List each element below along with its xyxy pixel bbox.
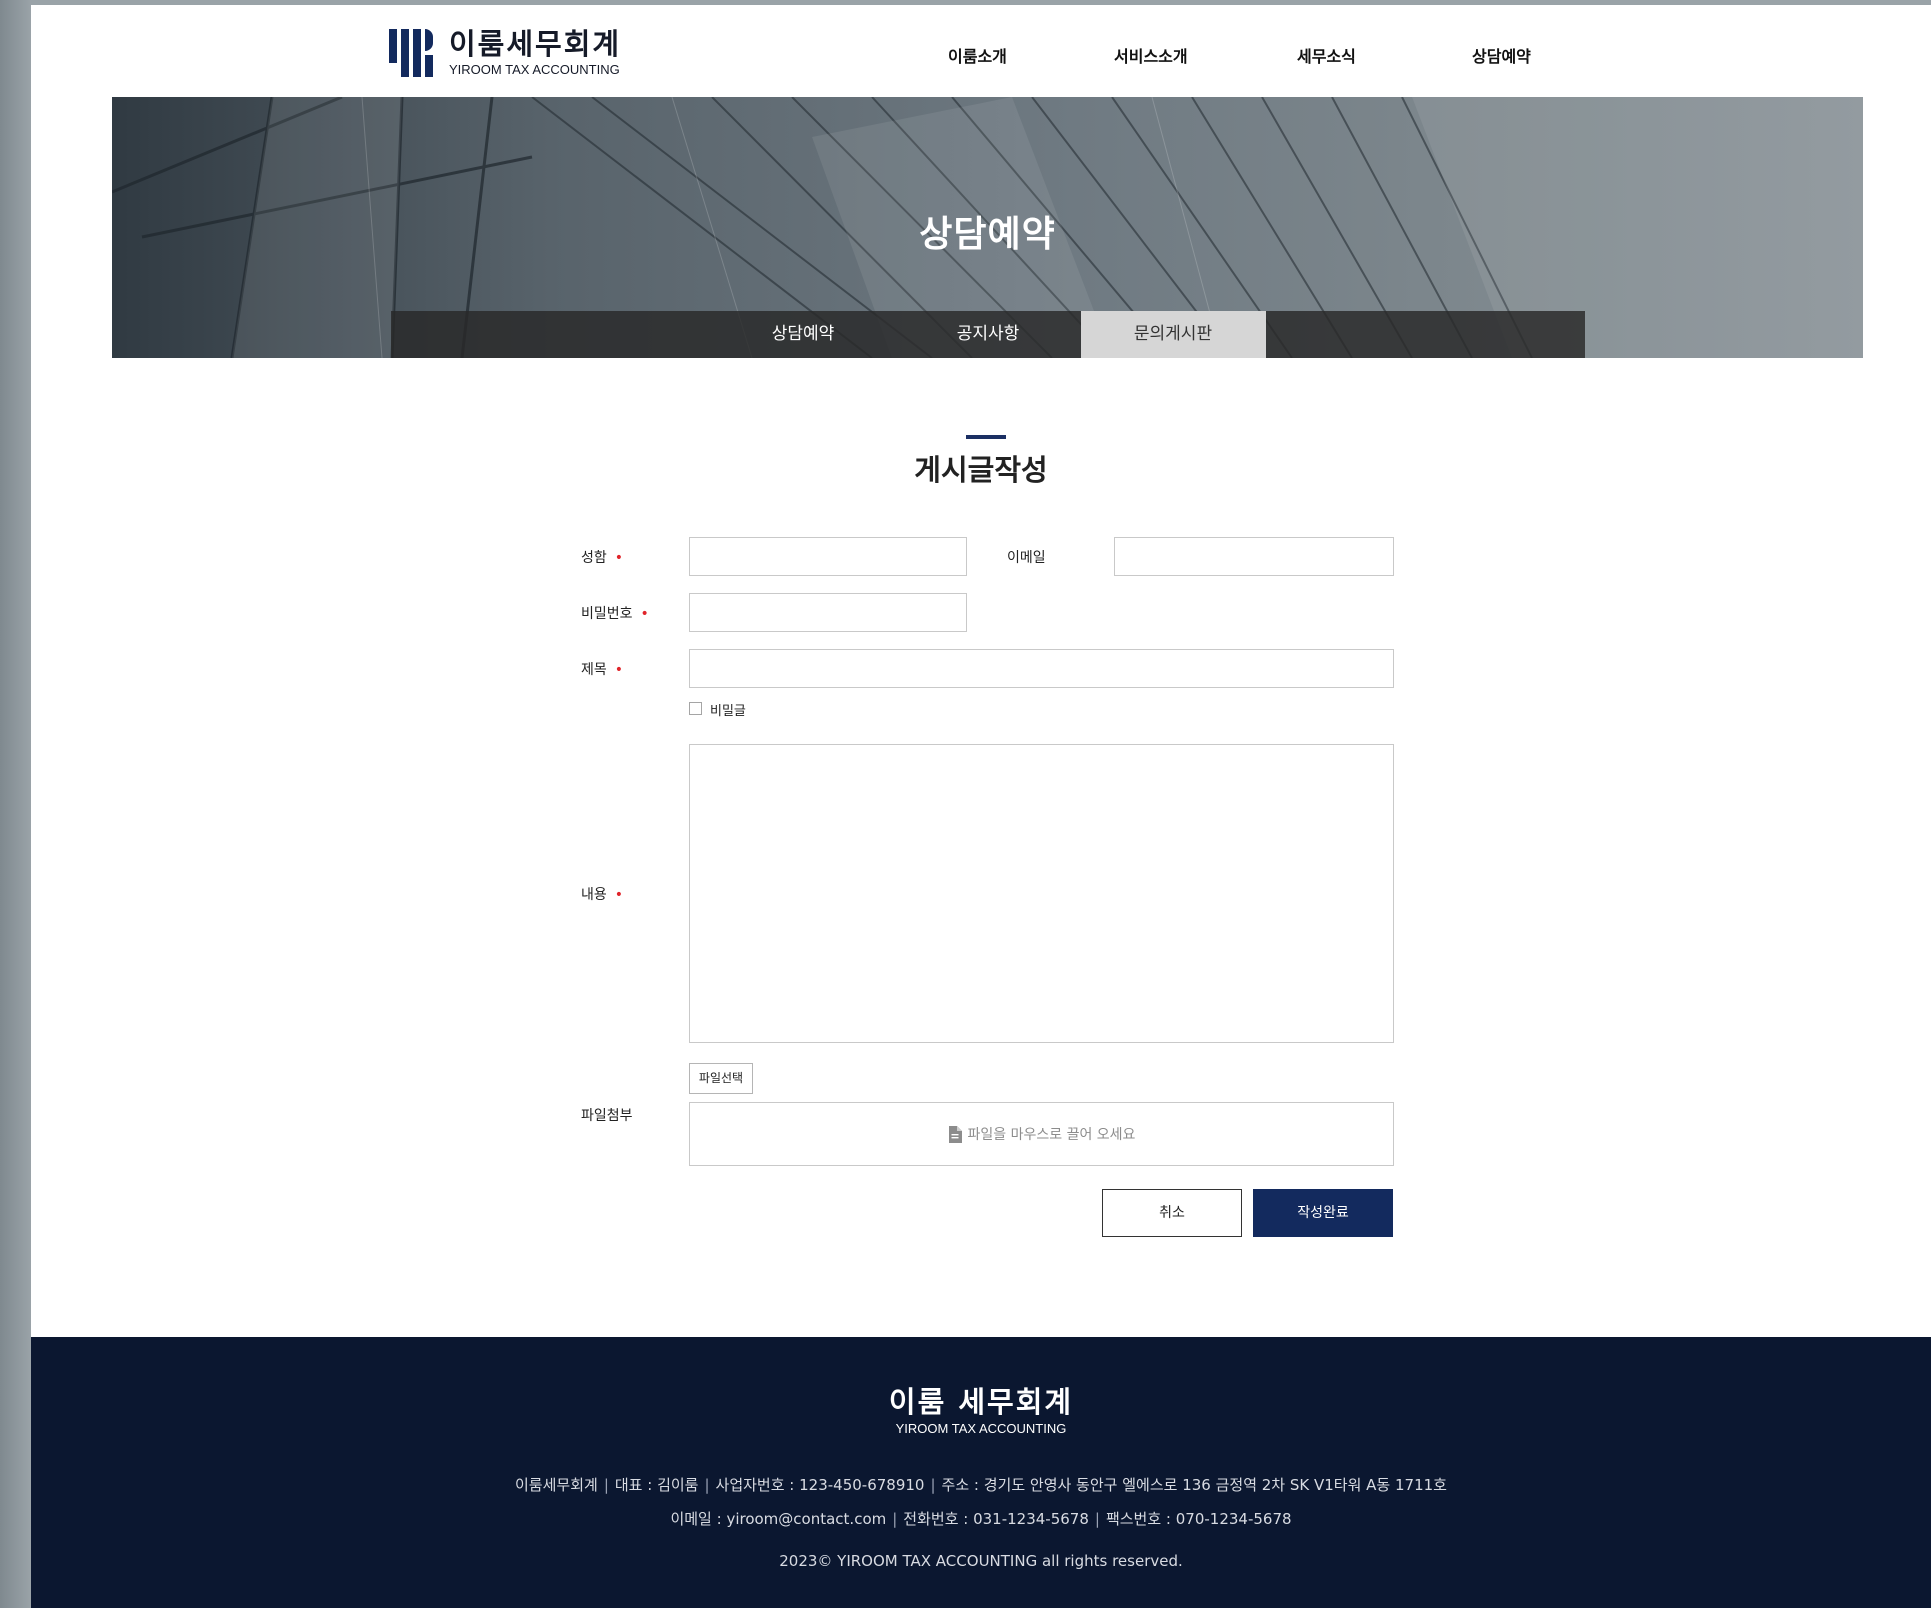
- attach-label: 파일첨부: [581, 1108, 633, 1124]
- cancel-button[interactable]: 취소: [1102, 1189, 1242, 1237]
- footer-contact-info: 이메일 : yiroom@contact.com | 전화번호 : 031-1234…: [31, 1508, 1931, 1529]
- password-label-text: 비밀번호: [581, 606, 633, 622]
- footer-email: 이메일 : yiroom@contact.com: [670, 1510, 887, 1528]
- main-nav: 이룸소개 서비스소개 세무소식 상담예약: [31, 43, 1931, 67]
- required-mark: •: [614, 662, 624, 678]
- site-footer: 이룸 세무회계 YIROOM TAX ACCOUNTING 이룸세무회계 | 대표 …: [31, 1337, 1931, 1608]
- required-mark: •: [614, 887, 624, 903]
- hero-title: 상담예약: [919, 214, 1056, 255]
- file-icon: [948, 1125, 962, 1143]
- footer-fax: 팩스번호 : 070-1234-5678: [1105, 1510, 1292, 1528]
- name-label: 성함 •: [581, 547, 623, 567]
- footer-business-info: 이룸세무회계 | 대표 : 김이룸 | 사업자번호 : 123-450-678910 | 주…: [31, 1474, 1931, 1495]
- content-label-text: 내용: [581, 887, 607, 903]
- content-label: 내용 •: [581, 884, 623, 904]
- email-input[interactable]: [1114, 537, 1394, 576]
- footer-separator: |: [704, 1476, 710, 1494]
- password-input[interactable]: [689, 593, 967, 632]
- nav-item-about[interactable]: 이룸소개: [948, 43, 1007, 67]
- sub-nav: 상담예약 공지사항 문의게시판: [391, 311, 1585, 358]
- subject-label-text: 제목: [581, 662, 607, 678]
- required-mark: •: [640, 606, 649, 622]
- email-label: 이메일: [1007, 550, 1046, 566]
- tab-notice[interactable]: 공지사항: [896, 311, 1081, 358]
- nav-item-consultation[interactable]: 상담예약: [1472, 43, 1531, 67]
- required-mark: •: [614, 550, 624, 566]
- file-drop-zone[interactable]: 파일을 마우스로 끌어 오세요: [689, 1102, 1394, 1166]
- file-select-button[interactable]: 파일선택: [689, 1063, 753, 1094]
- subject-input[interactable]: [689, 649, 1394, 688]
- footer-company: 이룸세무회계: [515, 1476, 598, 1494]
- footer-separator: |: [892, 1510, 898, 1528]
- name-input[interactable]: [689, 537, 967, 576]
- footer-biz-no: 사업자번호 : 123-450-678910: [715, 1476, 925, 1494]
- drop-zone-hint: 파일을 마우스로 끌어 오세요: [967, 1127, 1136, 1143]
- footer-separator: |: [1094, 1510, 1100, 1528]
- secret-post-label[interactable]: 비밀글: [710, 700, 746, 719]
- footer-copyright: 2023© YIROOM TAX ACCOUNTING all rights r…: [779, 1552, 1183, 1570]
- password-label: 비밀번호 •: [581, 603, 649, 623]
- nav-item-services[interactable]: 서비스소개: [1114, 43, 1188, 67]
- name-label-text: 성함: [581, 550, 607, 566]
- footer-ceo: 대표 : 김이룸: [614, 1476, 699, 1494]
- submit-button[interactable]: 작성완료: [1253, 1189, 1393, 1237]
- footer-logo-title: 이룸 세무회계: [888, 1385, 1074, 1419]
- secret-post-checkbox[interactable]: [689, 702, 702, 715]
- form-title: 게시글작성: [914, 453, 1048, 487]
- tab-consultation[interactable]: 상담예약: [711, 311, 896, 358]
- tab-inquiry-board[interactable]: 문의게시판: [1080, 311, 1266, 358]
- footer-separator: |: [930, 1476, 936, 1494]
- site-header: 이룸세무회계 YIROOM TAX ACCOUNTING 이룸소개 서비스소개 …: [31, 5, 1931, 97]
- footer-phone: 전화번호 : 031-1234-5678: [903, 1510, 1089, 1528]
- page: 이룸세무회계 YIROOM TAX ACCOUNTING 이룸소개 서비스소개 …: [31, 5, 1931, 1608]
- subject-label: 제목 •: [581, 659, 623, 679]
- content-textarea[interactable]: [689, 744, 1394, 1043]
- footer-address: 주소 : 경기도 안영사 동안구 엘에스로 136 금정역 2차 SK V1타워…: [941, 1476, 1447, 1494]
- footer-separator: |: [603, 1476, 609, 1494]
- section-title-accent: [966, 435, 1006, 439]
- footer-logo-subtitle: YIROOM TAX ACCOUNTING: [895, 1421, 1067, 1436]
- nav-item-tax-news[interactable]: 세무소식: [1297, 43, 1356, 67]
- hero-banner: 상담예약 상담예약 공지사항 문의게시판: [112, 97, 1863, 358]
